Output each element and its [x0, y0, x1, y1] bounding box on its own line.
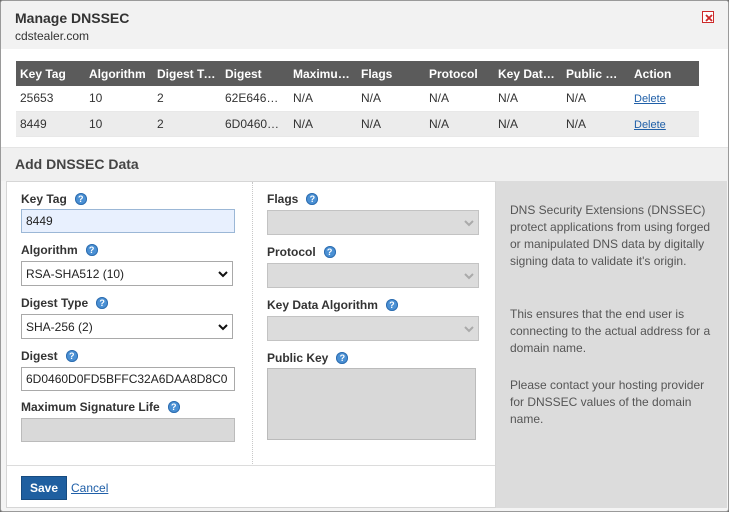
- cell-digest: 6D0460D0FD5BFFC32A6DAA8D8C0: [221, 111, 289, 137]
- col-public-key: Public Key: [562, 61, 630, 86]
- col-max-sig-life: Maximum Signature Life: [289, 61, 357, 86]
- algorithm-label-row: Algorithm ?: [21, 243, 98, 257]
- cell-flags: N/A: [357, 111, 425, 137]
- column-divider: [252, 182, 253, 464]
- protocol-label-row: Protocol ?: [267, 245, 336, 259]
- cell-key-tag: 25653: [16, 86, 85, 112]
- cell-public-key: N/A: [562, 86, 630, 112]
- cell-key-data-algorithm: N/A: [494, 111, 562, 137]
- col-algorithm: Algorithm: [85, 61, 153, 86]
- flags-label-row: Flags ?: [267, 192, 319, 206]
- dnssec-records-table: Key Tag Algorithm Digest Type Digest Max…: [16, 61, 699, 137]
- flags-label: Flags: [267, 192, 299, 206]
- cell-max-sig-life: N/A: [289, 111, 357, 137]
- max-sig-life-label-row: Maximum Signature Life ?: [21, 400, 180, 414]
- protocol-select: [267, 263, 479, 288]
- info-paragraph-1: DNS Security Extensions (DNSSEC) protect…: [510, 203, 711, 268]
- table-row: 25653 10 2 62E6460D0FD5BFFC32A6DAA8D8C0 …: [16, 86, 699, 112]
- col-key-tag: Key Tag: [16, 61, 85, 86]
- dialog-title: Manage DNSSEC: [15, 10, 130, 26]
- cell-protocol: N/A: [425, 111, 494, 137]
- protocol-label: Protocol: [267, 245, 316, 259]
- save-button[interactable]: Save: [21, 476, 67, 500]
- cell-max-sig-life: N/A: [289, 86, 357, 112]
- add-dnssec-form: Key Tag ? Algorithm ? RSA-SHA512 (10) Di…: [6, 181, 496, 508]
- help-icon[interactable]: ?: [385, 299, 398, 311]
- cell-flags: N/A: [357, 86, 425, 112]
- chevron-down-icon: [464, 273, 474, 280]
- dialog-header: Manage DNSSEC cdstealer.com: [1, 1, 728, 49]
- digest-type-label: Digest Type: [21, 296, 89, 310]
- cell-action: Delete: [630, 111, 699, 137]
- key-data-algorithm-select: [267, 316, 479, 341]
- public-key-label: Public Key: [267, 351, 329, 365]
- manage-dnssec-dialog: Manage DNSSEC cdstealer.com Key Tag Algo…: [0, 0, 729, 512]
- cell-digest-type: 2: [153, 86, 221, 112]
- key-tag-label-row: Key Tag ?: [21, 192, 87, 206]
- chevron-down-icon: [464, 220, 474, 227]
- help-icon[interactable]: ?: [74, 193, 87, 205]
- digest-label: Digest: [21, 349, 58, 363]
- digest-type-label-row: Digest Type ?: [21, 296, 109, 310]
- key-data-algorithm-label: Key Data Algorithm: [267, 298, 378, 312]
- help-icon[interactable]: ?: [306, 193, 319, 205]
- cell-key-tag: 8449: [16, 111, 85, 137]
- chevron-down-icon: [218, 324, 228, 331]
- col-digest: Digest: [221, 61, 289, 86]
- public-key-label-row: Public Key ?: [267, 351, 349, 365]
- flags-select: [267, 210, 479, 235]
- dnssec-info-panel: DNS Security Extensions (DNSSEC) protect…: [496, 181, 727, 508]
- cell-digest: 62E6460D0FD5BFFC32A6DAA8D8C0: [221, 86, 289, 112]
- help-icon[interactable]: ?: [85, 244, 98, 256]
- help-icon[interactable]: ?: [323, 246, 336, 258]
- key-data-algorithm-label-row: Key Data Algorithm ?: [267, 298, 398, 312]
- col-flags: Flags: [357, 61, 425, 86]
- info-paragraph-2: This ensures that the end user is connec…: [510, 307, 711, 355]
- algorithm-label: Algorithm: [21, 243, 78, 257]
- chevron-down-icon: [218, 271, 228, 278]
- footer-divider: [7, 465, 495, 466]
- help-icon[interactable]: ?: [167, 401, 180, 413]
- cell-key-data-algorithm: N/A: [494, 86, 562, 112]
- close-icon: [705, 14, 713, 22]
- add-dnssec-title: Add DNSSEC Data: [15, 156, 139, 172]
- col-action: Action: [630, 61, 699, 86]
- delete-link[interactable]: Delete: [634, 93, 666, 105]
- cell-protocol: N/A: [425, 86, 494, 112]
- key-tag-label: Key Tag: [21, 192, 67, 206]
- info-paragraph-3: Please contact your hosting provider for…: [510, 378, 705, 426]
- close-button[interactable]: [702, 11, 714, 23]
- help-icon[interactable]: ?: [96, 297, 109, 309]
- help-icon[interactable]: ?: [336, 352, 349, 364]
- col-digest-type: Digest Type: [153, 61, 221, 86]
- algorithm-selected-value: RSA-SHA512 (10): [26, 266, 125, 281]
- cell-action: Delete: [630, 86, 699, 112]
- chevron-down-icon: [464, 326, 474, 333]
- digest-type-select[interactable]: SHA-256 (2): [21, 314, 233, 339]
- cell-public-key: N/A: [562, 111, 630, 137]
- cell-algorithm: 10: [85, 86, 153, 112]
- table-row: 8449 10 2 6D0460D0FD5BFFC32A6DAA8D8C0 N/…: [16, 111, 699, 137]
- max-sig-life-input: [21, 418, 235, 442]
- col-protocol: Protocol: [425, 61, 494, 86]
- digest-label-row: Digest ?: [21, 349, 78, 363]
- algorithm-select[interactable]: RSA-SHA512 (10): [21, 261, 233, 286]
- digest-type-selected-value: SHA-256 (2): [26, 319, 93, 334]
- help-icon[interactable]: ?: [65, 350, 78, 362]
- cell-digest-type: 2: [153, 111, 221, 137]
- table-header-row: Key Tag Algorithm Digest Type Digest Max…: [16, 61, 699, 86]
- public-key-textarea: [267, 368, 476, 440]
- delete-link[interactable]: Delete: [634, 119, 666, 131]
- domain-name: cdstealer.com: [15, 29, 90, 43]
- add-dnssec-header: Add DNSSEC Data: [1, 147, 728, 181]
- digest-input[interactable]: [21, 367, 235, 391]
- key-tag-input[interactable]: [21, 209, 235, 233]
- max-sig-life-label: Maximum Signature Life: [21, 400, 160, 414]
- col-key-data-algorithm: Key Data Algorithm: [494, 61, 562, 86]
- cancel-link[interactable]: Cancel: [71, 481, 108, 495]
- dnssec-records-section: Key Tag Algorithm Digest Type Digest Max…: [1, 49, 728, 147]
- cell-algorithm: 10: [85, 111, 153, 137]
